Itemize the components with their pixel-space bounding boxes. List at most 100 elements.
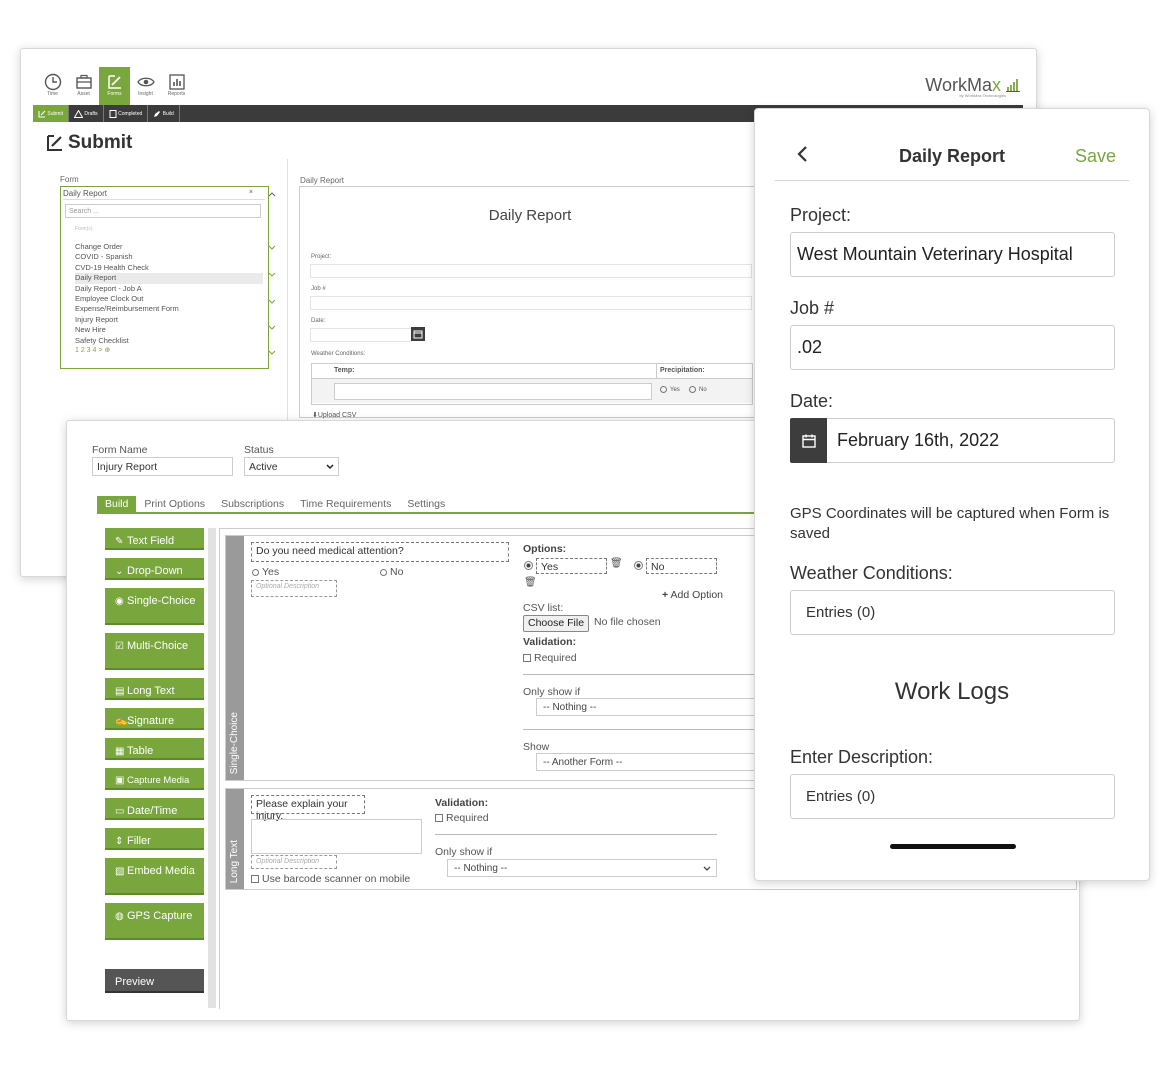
pagination[interactable]: 1 2 3 4 > ⊕ <box>75 346 110 354</box>
choice-label: Yes <box>262 566 280 578</box>
preview-date-input[interactable] <box>310 328 412 342</box>
list-item[interactable]: COVID - Spanish <box>75 252 263 262</box>
subtab-drafts[interactable]: Drafts <box>69 105 104 122</box>
option-input-yes[interactable]: Yes <box>536 558 607 574</box>
question-input[interactable]: Do you need medical attention? <box>251 542 509 562</box>
block-side-label[interactable]: Single-Choice <box>226 536 244 780</box>
tab-print-options[interactable]: Print Options <box>136 496 213 512</box>
trash-icon[interactable]: 🗑 <box>524 577 537 588</box>
palette-multi-choice[interactable]: ☑ Multi-Choice <box>105 633 204 670</box>
tab-time-requirements[interactable]: Time Requirements <box>292 496 399 512</box>
add-option-button[interactable]: + Add Option <box>662 589 723 601</box>
palette-date-time[interactable]: ▭ Date/Time <box>105 798 204 820</box>
subtab-build[interactable]: Build <box>148 105 180 122</box>
canvas-scrollbar[interactable] <box>208 528 216 1008</box>
calendar-icon[interactable] <box>411 327 425 341</box>
module-reports[interactable]: Reports <box>161 67 192 107</box>
form-search-input[interactable]: Search ... <box>65 204 261 218</box>
question-input[interactable]: Please explain your injury. <box>251 795 365 822</box>
plus-icon: + <box>662 589 669 601</box>
only-show-if-value: -- Nothing -- <box>454 863 508 874</box>
preview-job-input[interactable] <box>310 296 752 310</box>
preview-project-input[interactable] <box>310 264 752 278</box>
subtab-submit[interactable]: Submit <box>33 105 69 122</box>
trash-icon[interactable]: 🗑 <box>610 558 623 569</box>
choose-file-button[interactable]: Choose File <box>523 615 590 632</box>
form-label: Form <box>60 175 79 184</box>
tab-subscriptions[interactable]: Subscriptions <box>213 496 292 512</box>
description-entries: Entries (0) <box>806 788 876 805</box>
palette-capture-media[interactable]: ▣ Capture Media <box>105 768 204 790</box>
show-form-select[interactable]: -- Another Form -- <box>536 753 758 771</box>
palette-drop-down[interactable]: ⌄ Drop-Down <box>105 558 204 580</box>
form-name-input[interactable]: Injury Report <box>92 457 233 476</box>
palette-long-text[interactable]: ▤ Long Text <box>105 678 204 700</box>
palette-signature[interactable]: ✍Signature <box>105 708 204 730</box>
list-item[interactable]: Change Order <box>75 242 263 252</box>
options-label: Options: <box>523 543 567 555</box>
form-picker-dropdown[interactable]: Daily Report × Search ... Form(s) Change … <box>60 186 269 369</box>
tab-build[interactable]: Build <box>97 496 137 512</box>
warning-icon <box>73 109 83 118</box>
palette-table[interactable]: ▦ Table <box>105 738 204 760</box>
list-item[interactable]: Employee Clock Out <box>75 294 263 304</box>
only-show-if-select[interactable]: -- Nothing -- <box>447 859 717 877</box>
clear-icon[interactable]: × <box>249 189 253 196</box>
chevron-down-icon <box>326 464 334 470</box>
calendar-icon[interactable] <box>790 418 827 463</box>
tab-settings[interactable]: Settings <box>399 496 453 512</box>
upload-csv-link[interactable]: ⬇Upload CSV <box>312 411 356 419</box>
barcode-checkbox[interactable]: Use barcode scanner on mobile <box>251 873 410 885</box>
list-item[interactable]: Injury Report <box>75 315 263 325</box>
list-item[interactable]: Daily Report - Job A <box>75 284 263 294</box>
default-option-radio[interactable] <box>634 561 643 570</box>
palette-text-field[interactable]: ✎ Text Field <box>105 528 204 550</box>
submit-icon <box>47 135 62 151</box>
required-checkbox[interactable]: Required <box>523 652 577 664</box>
save-button[interactable]: Save <box>1075 146 1116 167</box>
list-item[interactable]: New Hire <box>75 325 263 335</box>
subtab-completed[interactable]: Completed <box>104 105 149 122</box>
refresh-icon[interactable]: ⊕ <box>104 347 110 354</box>
list-item[interactable]: CVD-19 Health Check <box>75 263 263 273</box>
module-time[interactable]: Time <box>37 67 68 107</box>
project-field[interactable]: West Mountain Veterinary Hospital <box>790 232 1115 277</box>
weather-field[interactable]: Entries (0) <box>790 590 1115 635</box>
only-show-if-select[interactable]: -- Nothing -- <box>536 698 758 716</box>
precip-no[interactable]: No <box>689 386 707 393</box>
required-checkbox[interactable]: Required <box>435 812 489 824</box>
description-input[interactable]: Optional Description <box>251 855 337 869</box>
default-option-radio[interactable] <box>524 561 533 570</box>
palette-gps-capture[interactable]: ◍ GPS Capture <box>105 903 204 940</box>
temp-input[interactable] <box>334 383 652 400</box>
date-field[interactable]: February 16th, 2022 <box>790 418 1115 463</box>
preview-breadcrumb: Daily Report <box>300 176 345 185</box>
module-label: Forms <box>107 91 122 97</box>
palette-single-choice[interactable]: ◉ Single-Choice <box>105 588 204 625</box>
logo-bars-icon <box>1006 79 1020 92</box>
filler-icon: ⇕ <box>115 836 124 847</box>
block-side-label[interactable]: Long Text <box>226 789 244 889</box>
job-field[interactable]: .02 <box>790 325 1115 370</box>
list-item[interactable]: Expense/Reimbursement Form <box>75 304 263 314</box>
preview-button[interactable]: Preview <box>105 969 204 993</box>
form-group-label: Form(s) <box>75 226 93 232</box>
description-input[interactable]: Optional Description <box>251 580 337 597</box>
status-select[interactable]: Active <box>244 457 339 476</box>
list-item[interactable]: Safety Checklist <box>75 336 263 346</box>
list-item[interactable]: Daily Report <box>75 273 263 284</box>
radio-icon <box>380 568 387 576</box>
module-insight[interactable]: Insight <box>130 67 161 107</box>
precip-yes[interactable]: Yes <box>660 386 680 393</box>
date-label: Date: <box>790 391 834 411</box>
option-input-no[interactable]: No <box>646 558 717 574</box>
module-forms[interactable]: Forms <box>99 67 130 107</box>
palette-embed-media[interactable]: ▧ Embed Media <box>105 858 204 895</box>
scrollbar[interactable] <box>268 186 276 367</box>
form-select[interactable]: Daily Report × <box>63 189 265 200</box>
palette-filler[interactable]: ⇕ Filler <box>105 828 204 850</box>
module-label: Reports <box>167 91 186 97</box>
palette-label: Multi-Choice <box>127 640 189 652</box>
description-field[interactable]: Entries (0) <box>790 774 1115 819</box>
module-asset[interactable]: Asset <box>68 67 99 107</box>
